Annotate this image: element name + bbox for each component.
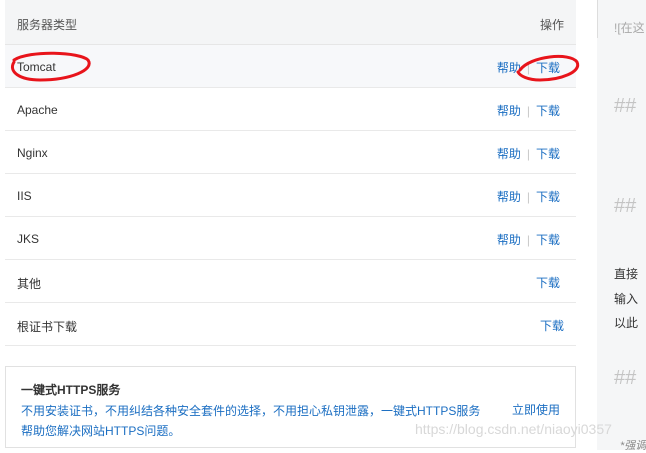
- row-name: 其他: [17, 277, 42, 291]
- heading-marker: ##: [614, 195, 637, 217]
- promo-title: 一键式HTTPS服务: [21, 383, 121, 397]
- editor-text-line: 直接: [614, 267, 639, 281]
- row-name: IIS: [17, 189, 32, 203]
- ssl-download-panel: 服务器类型 操作 Tomcat 帮助 | 下载 Apache 帮助 | 下载 Nginx…: [5, 0, 577, 450]
- header-action: 操作: [539, 18, 564, 32]
- download-link[interactable]: 下载: [536, 61, 560, 75]
- editor-text-line: 以此: [614, 316, 639, 330]
- row-name: Nginx: [17, 146, 48, 160]
- row-name: JKS: [17, 232, 40, 246]
- row-name: Apache: [17, 103, 58, 117]
- markdown-editor-edge: ![在这 ## ## 直接 输入 以此 ##: [597, 0, 646, 450]
- use-now-link[interactable]: 立即使用: [512, 401, 560, 418]
- row-name: Tomcat: [17, 60, 56, 74]
- editor-emphasis-text: *强调: [620, 440, 646, 452]
- table-row-iis: IIS 帮助 | 下载: [5, 174, 576, 217]
- download-link[interactable]: 下载: [536, 147, 560, 161]
- table-row-other: 其他 下载: [5, 260, 576, 303]
- help-link[interactable]: 帮助: [497, 104, 521, 118]
- help-link[interactable]: 帮助: [497, 233, 521, 247]
- heading-marker: ##: [614, 95, 637, 117]
- table-row-apache: Apache 帮助 | 下载: [5, 88, 576, 131]
- header-server-type: 服务器类型: [17, 18, 78, 32]
- table-header: 服务器类型 操作: [5, 0, 576, 45]
- table-row-root-cert: 根证书下载 下载: [5, 303, 576, 346]
- download-link[interactable]: 下载: [536, 104, 560, 118]
- row-name: 根证书下载: [17, 320, 78, 334]
- table-row-tomcat: Tomcat 帮助 | 下载: [5, 45, 576, 88]
- download-link[interactable]: 下载: [536, 190, 560, 204]
- download-link[interactable]: 下载: [536, 233, 560, 247]
- download-link[interactable]: 下载: [540, 319, 564, 333]
- help-link[interactable]: 帮助: [497, 190, 521, 204]
- table-row-nginx: Nginx 帮助 | 下载: [5, 131, 576, 174]
- download-link[interactable]: 下载: [536, 276, 560, 290]
- table-row-jks: JKS 帮助 | 下载: [5, 217, 576, 260]
- help-link[interactable]: 帮助: [497, 61, 521, 75]
- watermark: https://blog.csdn.net/niaoyi0357: [415, 421, 612, 437]
- heading-marker: ##: [614, 367, 637, 389]
- help-link[interactable]: 帮助: [497, 147, 521, 161]
- editor-text-line: 输入: [614, 292, 639, 306]
- editor-image-text: ![在这: [614, 21, 645, 35]
